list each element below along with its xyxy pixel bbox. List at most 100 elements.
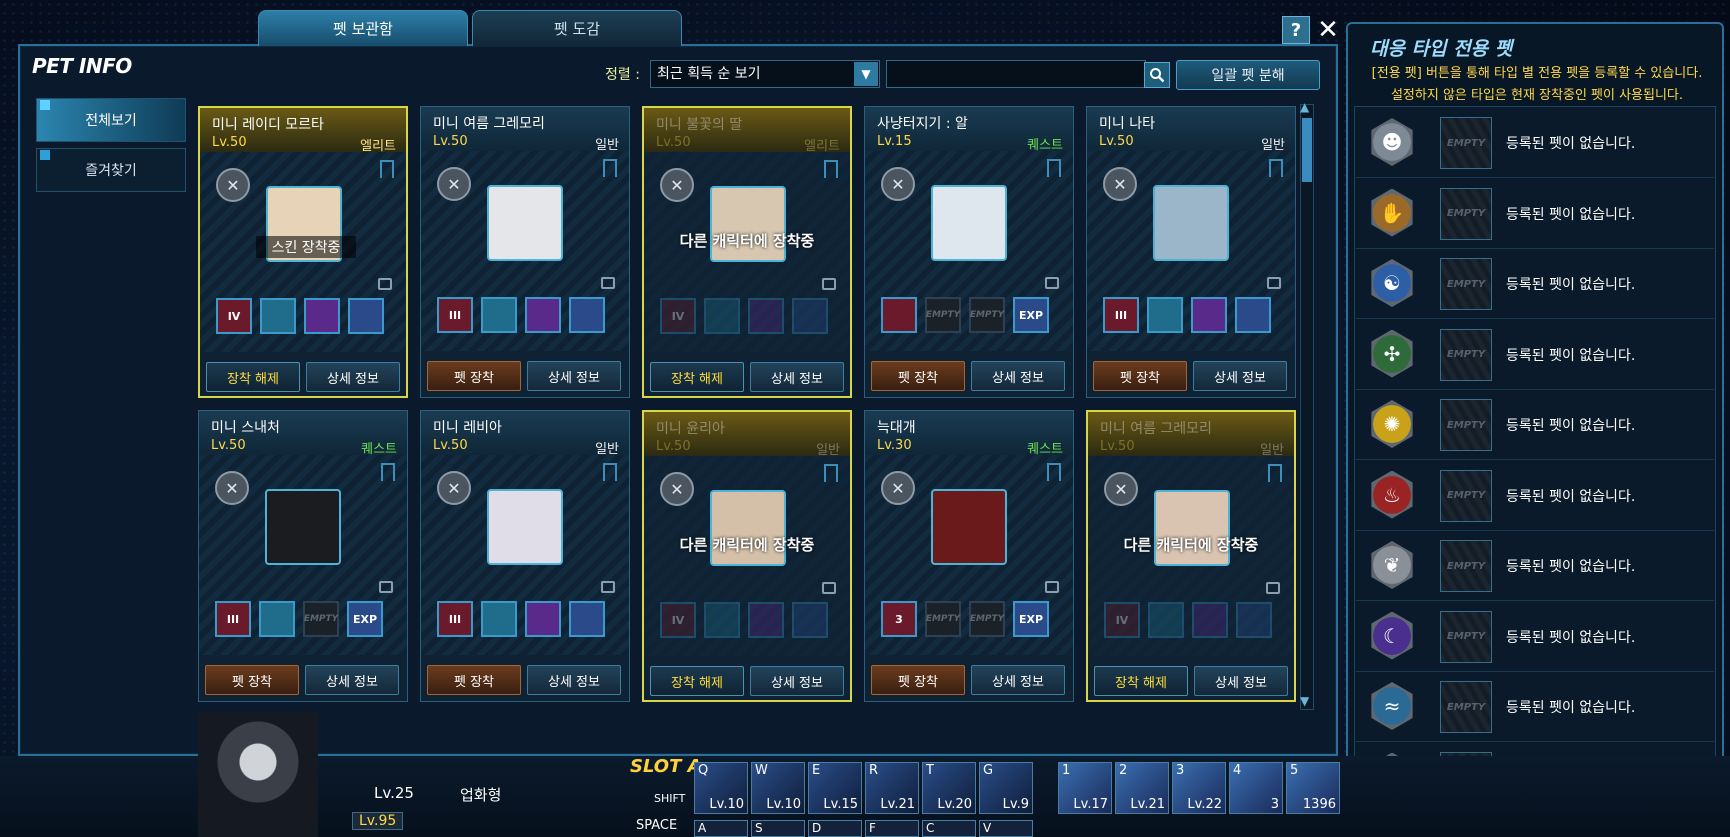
lock-icon[interactable] xyxy=(1266,582,1280,594)
empty-slot[interactable]: EMPTY xyxy=(1440,540,1492,592)
skill-icon[interactable] xyxy=(748,298,784,334)
item-hotkey[interactable]: 2 Lv.21 xyxy=(1115,762,1169,814)
skill-icon[interactable]: 3 xyxy=(881,601,917,637)
skill-icon[interactable] xyxy=(569,297,605,333)
empty-slot[interactable]: EMPTY xyxy=(1440,681,1492,733)
pet-card[interactable]: 미니 나타 Lv.50 일반 ✕ III 펫 장착 상세 정보 xyxy=(1086,106,1296,398)
pet-card[interactable]: 미니 여름 그레모리 Lv.50 일반 ✕ III 펫 장착 상세 정보 xyxy=(420,106,630,398)
type-pet-row[interactable]: ≈ EMPTY 등록된 펫이 없습니다. xyxy=(1356,672,1714,742)
skill-icon[interactable] xyxy=(748,602,784,638)
skill-icon[interactable]: IV xyxy=(216,298,252,334)
bookmark-icon[interactable] xyxy=(824,160,838,178)
lower-hotkey[interactable]: C xyxy=(922,820,976,837)
sort-dropdown[interactable]: 최근 획득 순 보기 xyxy=(650,60,880,88)
lock-icon[interactable] xyxy=(378,278,392,290)
unequip-pet-button[interactable]: 장착 해제 xyxy=(650,362,744,392)
skill-icon[interactable]: EMPTY xyxy=(925,601,961,637)
skill-hotkey[interactable]: T Lv.20 xyxy=(922,762,976,814)
skill-icon[interactable] xyxy=(881,297,917,333)
equip-pet-button[interactable]: 펫 장착 xyxy=(427,665,521,695)
detail-info-button[interactable]: 상세 정보 xyxy=(971,361,1065,391)
pet-card[interactable]: 사냥터지기 : 알 Lv.15 퀘스트 ✕ EMPTY EMPTY EXP 펫 장착… xyxy=(864,106,1074,398)
lock-icon[interactable] xyxy=(1045,277,1059,289)
detail-info-button[interactable]: 상세 정보 xyxy=(750,666,844,696)
lower-hotkey[interactable]: D xyxy=(808,820,862,837)
item-hotkey[interactable]: 5 1396 xyxy=(1286,762,1340,814)
close-button[interactable]: ✕ xyxy=(1314,15,1342,45)
scroll-down-icon[interactable]: ▼ xyxy=(1300,694,1309,708)
empty-slot[interactable]: EMPTY xyxy=(1440,610,1492,663)
bookmark-icon[interactable] xyxy=(1047,159,1061,177)
type-pet-row[interactable]: ☻ EMPTY 등록된 펫이 없습니다. xyxy=(1356,108,1714,178)
skill-icon[interactable] xyxy=(525,601,561,637)
lock-icon[interactable] xyxy=(822,582,836,594)
skill-icon[interactable] xyxy=(348,298,384,334)
detail-info-button[interactable]: 상세 정보 xyxy=(750,362,844,392)
skill-icon[interactable] xyxy=(481,297,517,333)
skill-hotkey[interactable]: E Lv.15 xyxy=(808,762,862,814)
item-hotkey[interactable]: 1 Lv.17 xyxy=(1058,762,1112,814)
skill-icon[interactable] xyxy=(792,298,828,334)
lock-icon[interactable] xyxy=(1267,277,1281,289)
type-pet-row[interactable]: ☾ EMPTY 등록된 펫이 없습니다. xyxy=(1356,602,1714,672)
search-input[interactable] xyxy=(886,60,1146,88)
bookmark-icon[interactable] xyxy=(380,160,394,178)
detail-info-button[interactable]: 상세 정보 xyxy=(306,362,400,392)
detail-info-button[interactable]: 상세 정보 xyxy=(305,665,399,695)
skill-icon[interactable]: III xyxy=(215,601,251,637)
scrollbar[interactable] xyxy=(1300,104,1314,710)
lock-icon[interactable] xyxy=(1045,581,1059,593)
empty-slot[interactable]: EMPTY xyxy=(1440,117,1492,169)
scroll-thumb[interactable] xyxy=(1302,118,1312,182)
empty-slot[interactable]: EMPTY xyxy=(1440,258,1492,310)
bookmark-icon[interactable] xyxy=(603,463,617,481)
pet-card[interactable]: 미니 레비아 Lv.50 일반 ✕ III 펫 장착 상세 정보 xyxy=(420,410,630,702)
skill-icon[interactable] xyxy=(481,601,517,637)
unequip-pet-button[interactable]: 장착 해제 xyxy=(206,362,300,392)
type-pet-row[interactable]: ✋ EMPTY 등록된 펫이 없습니다. xyxy=(1356,179,1714,249)
skill-icon[interactable]: IV xyxy=(1104,602,1140,638)
skill-icon[interactable]: III xyxy=(437,601,473,637)
empty-slot[interactable]: EMPTY xyxy=(1440,469,1492,522)
nav-favorites[interactable]: 즐겨찾기 xyxy=(36,148,186,192)
pet-card[interactable]: 미니 여름 그레모리 Lv.50 일반 ✕ IV 장착 해제 상세 정보 다른 … xyxy=(1086,410,1296,702)
skill-icon[interactable]: EMPTY xyxy=(925,297,961,333)
help-button[interactable]: ? xyxy=(1282,16,1310,44)
type-pet-row[interactable]: ✺ EMPTY 등록된 펫이 없습니다. xyxy=(1356,390,1714,460)
type-pet-row[interactable]: ☯ EMPTY 등록된 펫이 없습니다. xyxy=(1356,249,1714,319)
bookmark-icon[interactable] xyxy=(1268,464,1282,482)
empty-slot[interactable]: EMPTY xyxy=(1440,328,1492,381)
bookmark-icon[interactable] xyxy=(1047,463,1061,481)
pet-card[interactable]: 늑대개 Lv.30 퀘스트 ✕ 3 EMPTY EMPTY EXP 펫 장착 상세 정… xyxy=(864,410,1074,702)
lower-hotkey[interactable]: S xyxy=(751,820,805,837)
slot-label[interactable]: SLOT A xyxy=(630,756,702,777)
bulk-disassemble-button[interactable]: 일괄 펫 분해 xyxy=(1176,60,1320,90)
skill-icon[interactable] xyxy=(1148,602,1184,638)
skill-icon[interactable]: III xyxy=(437,297,473,333)
type-pet-row[interactable]: ❦ EMPTY 등록된 펫이 없습니다. xyxy=(1356,531,1714,601)
tab-pet-collection[interactable]: 펫 도감 xyxy=(472,10,682,46)
skill-icon[interactable] xyxy=(569,601,605,637)
lower-hotkey[interactable]: A xyxy=(694,820,748,837)
type-pet-row[interactable]: ♨ EMPTY 등록된 펫이 없습니다. xyxy=(1356,461,1714,531)
skill-icon[interactable] xyxy=(260,298,296,334)
chevron-down-icon[interactable]: ▼ xyxy=(854,62,878,86)
search-icon[interactable] xyxy=(1144,62,1170,88)
skill-icon[interactable] xyxy=(1191,297,1227,333)
skill-icon[interactable]: III xyxy=(1103,297,1139,333)
empty-slot[interactable]: EMPTY xyxy=(1440,187,1492,240)
detail-info-button[interactable]: 상세 정보 xyxy=(527,361,621,391)
lower-hotkey[interactable]: F xyxy=(865,820,919,837)
skill-icon[interactable]: EXP xyxy=(347,601,383,637)
skill-icon[interactable] xyxy=(704,602,740,638)
skill-hotkey[interactable]: Q Lv.10 xyxy=(694,762,748,814)
lock-icon[interactable] xyxy=(822,278,836,290)
skill-icon[interactable] xyxy=(1235,297,1271,333)
pet-card[interactable]: 미니 윤리아 Lv.50 일반 ✕ IV 장착 해제 상세 정보 다른 캐릭터에… xyxy=(642,410,852,702)
skill-icon[interactable] xyxy=(792,602,828,638)
skill-icon[interactable]: EMPTY xyxy=(303,601,339,637)
skill-icon[interactable] xyxy=(1236,602,1272,638)
detail-info-button[interactable]: 상세 정보 xyxy=(1194,666,1288,696)
empty-slot[interactable]: EMPTY xyxy=(1440,399,1492,451)
skill-hotkey[interactable]: R Lv.21 xyxy=(865,762,919,814)
